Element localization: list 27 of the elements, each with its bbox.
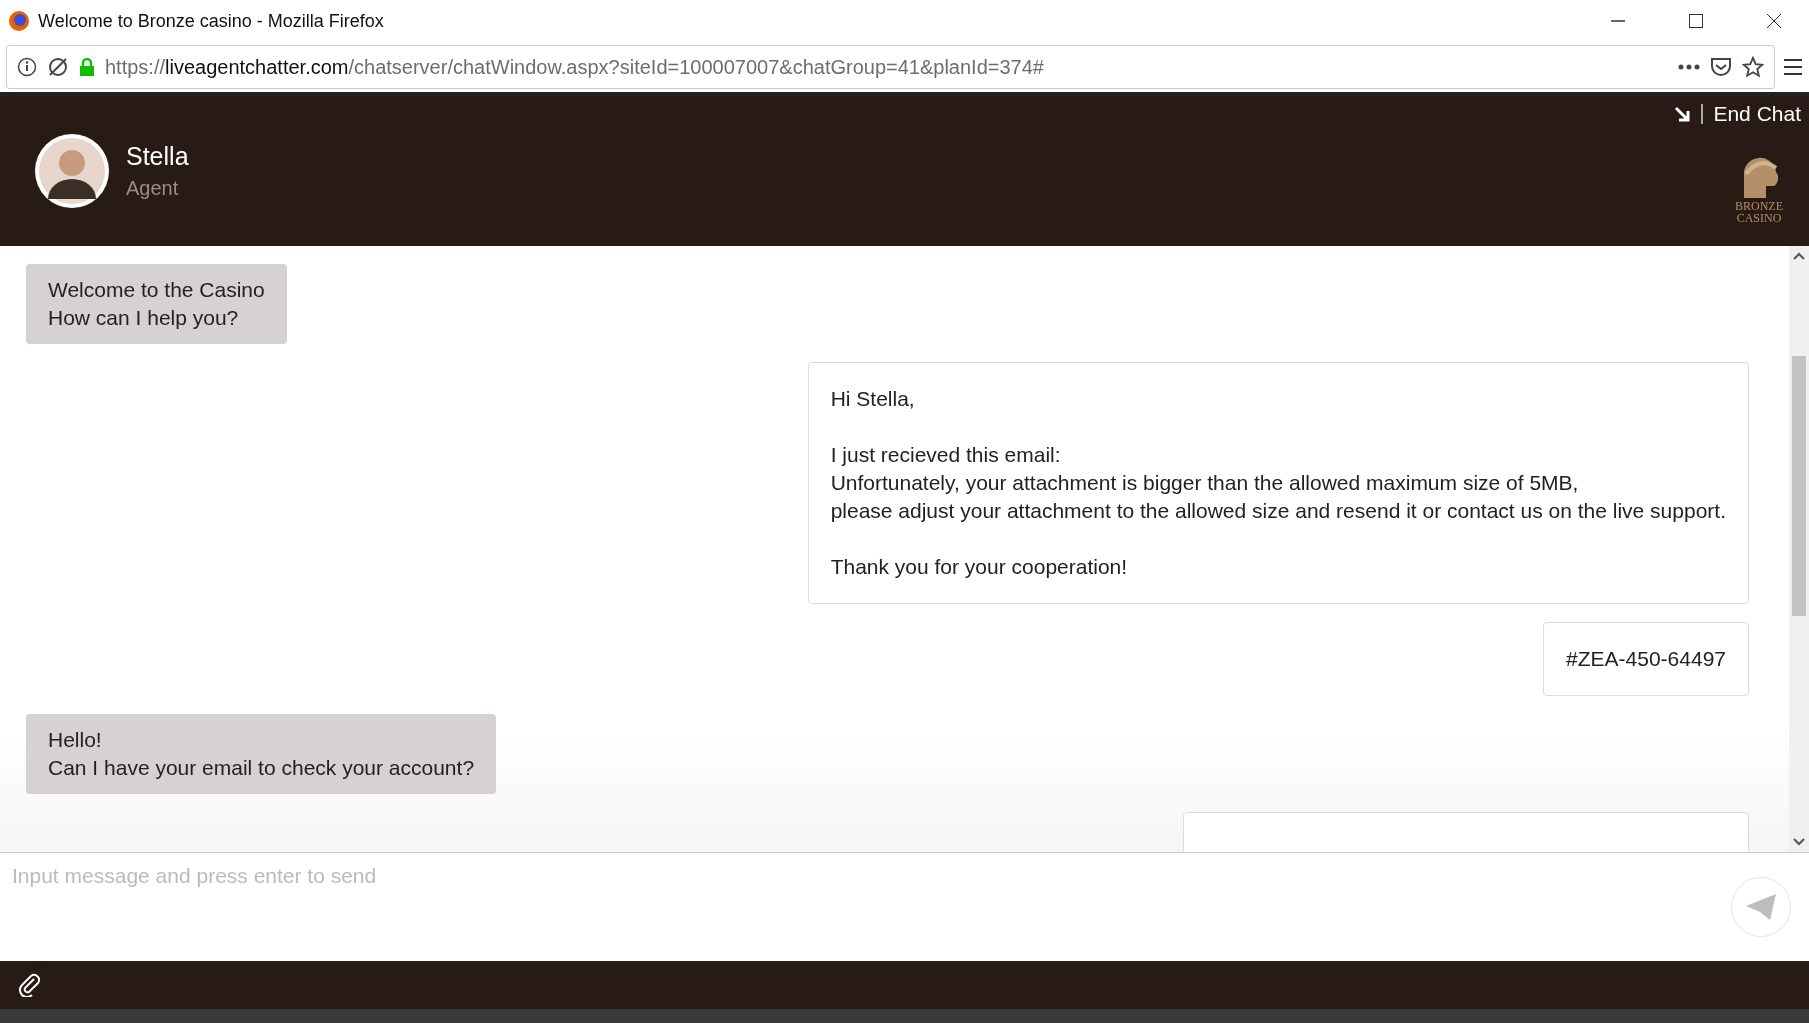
url-text[interactable]: https://liveagentchatter.com/chatserver/chatWindow.aspx?siteId=100007007&chatGroup=41&planId=374# bbox=[105, 55, 1668, 79]
close-icon bbox=[1766, 13, 1782, 29]
agent-name: Stella bbox=[126, 142, 190, 171]
end-chat-link[interactable]: End Chat bbox=[1713, 102, 1807, 126]
window-title: Welcome to Bronze casino - Mozilla Firefox bbox=[38, 10, 385, 32]
agent-message: Hello! Can I have your email to check your account? bbox=[26, 714, 497, 794]
info-icon[interactable] bbox=[17, 57, 37, 77]
address-bar[interactable]: https://liveagentchatter.com/chatserver/chatWindow.aspx?siteId=100007007&chatGroup=41&planId=374# bbox=[6, 45, 1775, 89]
paperclip-icon[interactable] bbox=[18, 973, 40, 997]
lock-icon[interactable] bbox=[79, 57, 95, 77]
paper-plane-icon bbox=[1744, 892, 1778, 922]
scroll-up-icon[interactable] bbox=[1793, 252, 1805, 260]
menu-icon[interactable] bbox=[1783, 58, 1803, 76]
casino-logo: BRONZE CASINO bbox=[1735, 154, 1783, 224]
minimize-arrow-icon[interactable] bbox=[1673, 105, 1692, 123]
maximize-icon bbox=[1688, 13, 1704, 29]
user-message: #ZEA-450-64497 bbox=[1543, 622, 1749, 696]
minimize-icon bbox=[1610, 20, 1626, 22]
user-message: Hi Stella, I just recieved this email: Unfortunately, your attachment is bigger than the allowed maximum size of 5MB, please adjust your attachment to the allowed size and resend it or contact us on the live support. Thank you for your cooperation! bbox=[807, 362, 1749, 604]
agent-role: Agent bbox=[126, 177, 180, 200]
pocket-icon[interactable] bbox=[1710, 57, 1732, 77]
more-icon[interactable] bbox=[1678, 64, 1700, 70]
scroll-down-icon[interactable] bbox=[1793, 838, 1805, 846]
star-icon[interactable] bbox=[1742, 56, 1764, 78]
autoplay-blocked-icon[interactable] bbox=[47, 56, 69, 78]
agent-message: Welcome to the Casino How can I help you? bbox=[26, 264, 287, 344]
scrollbar-thumb[interactable] bbox=[1792, 356, 1806, 616]
